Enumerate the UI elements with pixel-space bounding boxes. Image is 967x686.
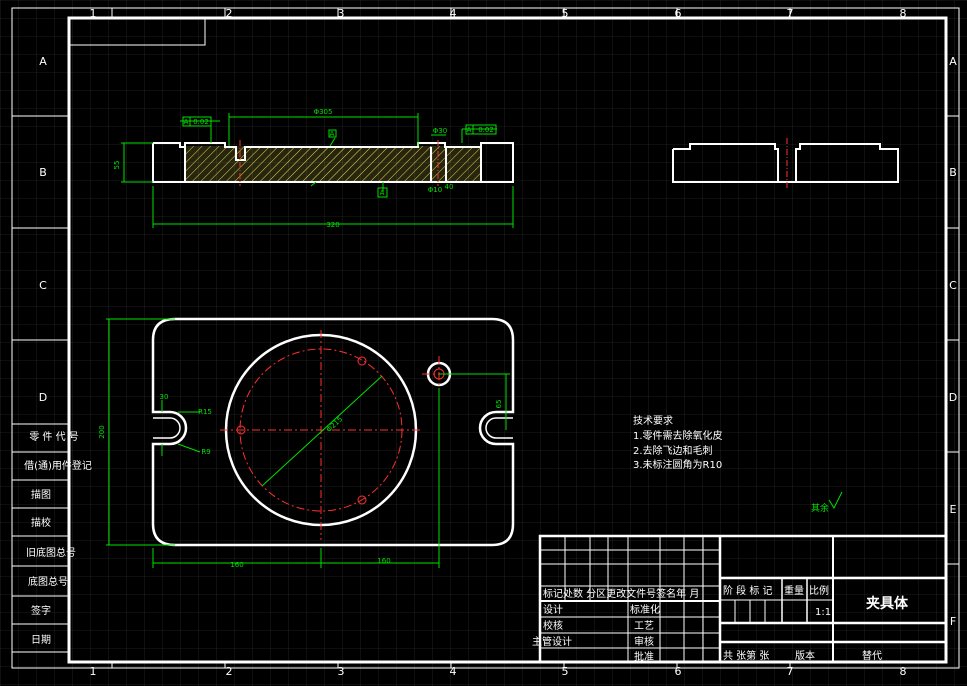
check-label: 校核 (543, 619, 563, 632)
roughness-label: 其余 (811, 502, 829, 514)
notes-line-2: 2.去除飞边和毛刺 (633, 444, 713, 457)
row-letter-left: D (39, 391, 47, 404)
row-letter-left: C (39, 279, 47, 292)
register-label: 日期 (31, 634, 51, 646)
col-number-bottom: 6 (675, 665, 682, 678)
design-label: 设计 (543, 603, 563, 616)
dim-top-diameter: Φ305 (314, 108, 333, 116)
dim-right-half: 160 (377, 557, 390, 565)
dim-bottom-right: 40 (445, 183, 454, 191)
row-letter-right: F (950, 615, 956, 628)
datum-bottom-label: A (380, 189, 385, 197)
col-number-bottom: 7 (787, 665, 794, 678)
row-letter-right: C (949, 279, 957, 292)
chief-design-label: 主管设计 (532, 635, 572, 648)
register-label: 借(通)用件登记 (24, 459, 92, 472)
col-number-bottom: 1 (90, 665, 97, 678)
datum-a-label: A (330, 130, 335, 138)
register-label: 签字 (31, 604, 51, 617)
dim-plan-height: 200 (98, 425, 106, 438)
col-number-bottom: 4 (450, 665, 457, 678)
scale-label: 比例 (809, 584, 829, 597)
dim-slot-radius: R15 (198, 408, 212, 416)
row-letter-right: E (950, 503, 957, 516)
tol-left-datum: A (184, 118, 189, 126)
notes-heading: 技术要求 (633, 414, 673, 427)
register-label: 零 件 代 号 (29, 431, 79, 443)
replace-label: 替代 (862, 649, 882, 662)
section-fill (185, 146, 481, 182)
dim-total-length: 320 (326, 221, 339, 229)
approve-label: 批准 (634, 650, 654, 663)
standardize-label: 标准化 (630, 603, 660, 616)
stage-header: 阶 段 标 记 (723, 584, 773, 597)
tol-left-value: 0.02 (193, 118, 209, 126)
tol-right-datum: A (467, 126, 472, 134)
register-label: 旧底图总号 (26, 546, 76, 559)
dim-height: 55 (113, 161, 121, 170)
row-letter-right: A (949, 55, 957, 68)
weight-label: 重量 (784, 584, 804, 597)
row-letter-left: A (39, 55, 47, 68)
process-label: 工艺 (634, 620, 654, 632)
dim-small-hole: Φ30 (433, 127, 447, 135)
version-label: 版本 (795, 649, 815, 662)
register-label: 描图 (31, 488, 51, 501)
revision-header: 标记处数 分区更改文件号签名年 月 (543, 587, 699, 600)
notes-line-1: 1.零件需去除氧化皮 (633, 429, 723, 442)
tol-right-value: 0.02 (478, 126, 494, 134)
dim-bottom-left: Φ10 (428, 186, 442, 194)
scale-value: 1:1 (815, 607, 831, 618)
col-number-bottom: 3 (338, 665, 345, 678)
sheets-label: 共 张第 张 (723, 649, 769, 662)
review-label: 审核 (634, 635, 654, 648)
row-letter-right: B (949, 166, 957, 179)
col-number-bottom: 2 (226, 665, 233, 678)
cad-drawing-canvas[interactable]: 1 2 3 4 5 6 7 8 1 2 3 4 5 6 7 8 A B C D … (0, 0, 967, 686)
part-name: 夹具体 (866, 595, 909, 612)
col-number-bottom: 5 (562, 665, 569, 678)
notes-line-3: 3.未标注圆角为R10 (633, 458, 722, 471)
grid (0, 0, 967, 686)
register-label: 底图总号 (28, 575, 68, 588)
row-letter-left: B (39, 166, 47, 179)
dim-slot-width: 30 (160, 393, 169, 401)
register-label: 描校 (31, 516, 51, 529)
dim-corner-radius: R9 (201, 448, 210, 456)
dim-right-offset: 65 (495, 400, 503, 409)
row-letter-right: D (949, 391, 957, 404)
col-number-bottom: 8 (900, 665, 907, 678)
dim-left-half: 160 (230, 561, 243, 569)
